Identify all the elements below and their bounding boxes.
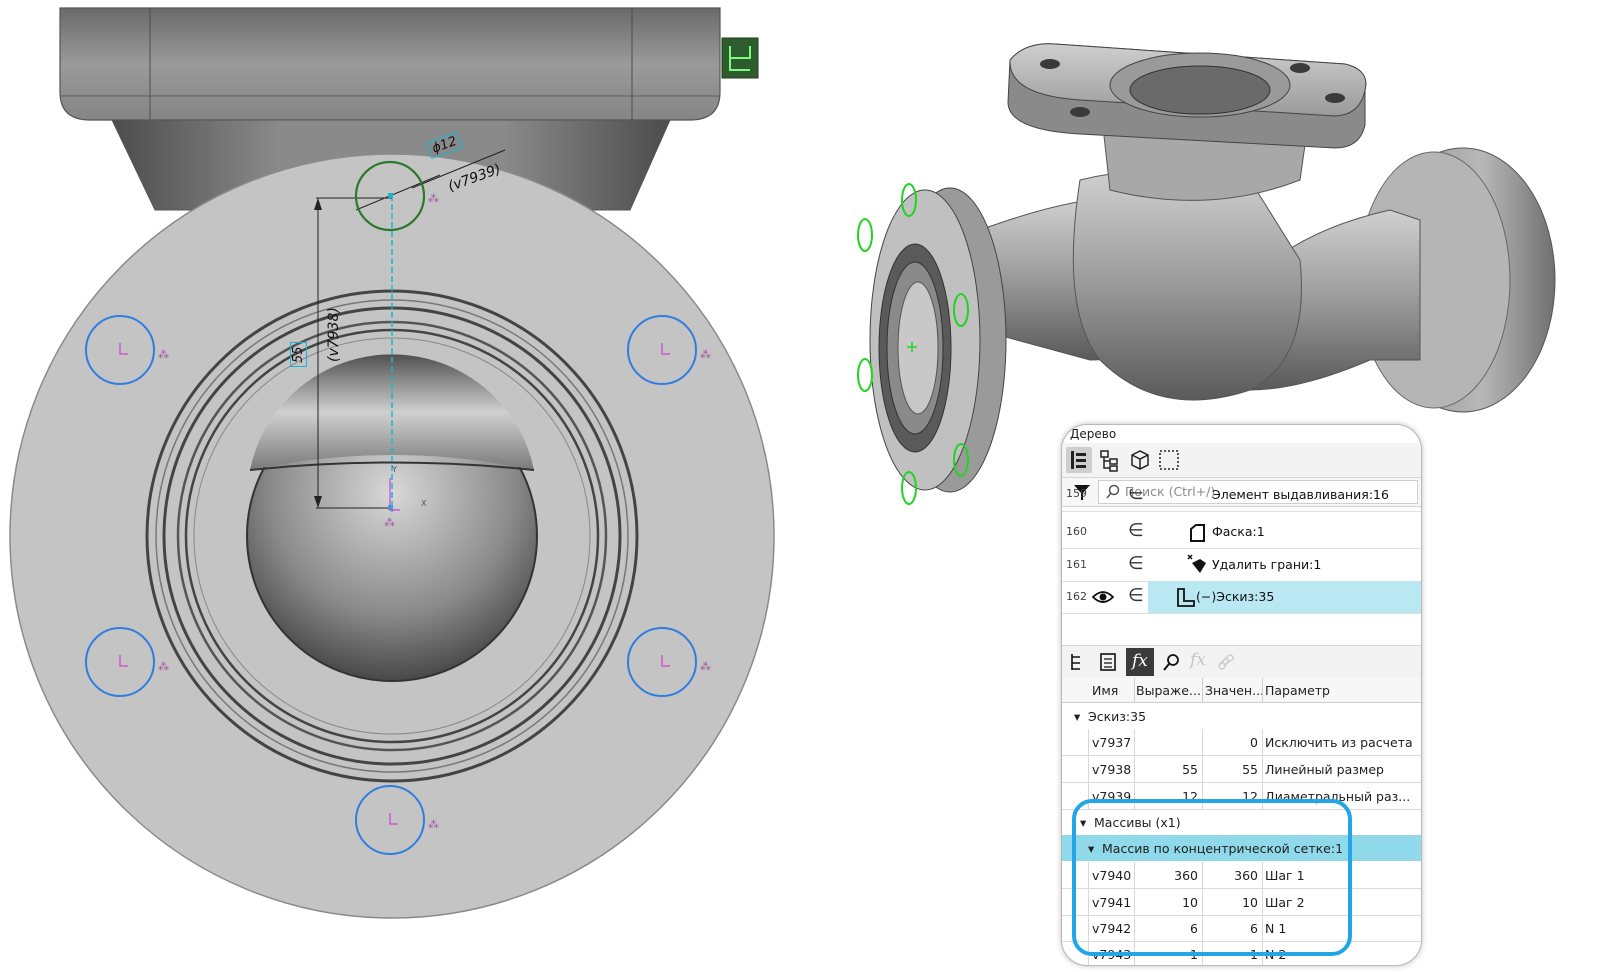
group-concentric-array[interactable]: ▾ Массив по концентрической сетке:1 xyxy=(1062,835,1421,861)
components-icon[interactable] xyxy=(1126,447,1152,473)
tree-row[interactable]: 161 ∈ Удалить грани:1 xyxy=(1062,549,1421,582)
tree-structure-icon[interactable] xyxy=(1066,447,1092,473)
axis-y-label: Y xyxy=(392,465,397,474)
svg-text:⁂: ⁂ xyxy=(700,348,711,361)
search-icon[interactable] xyxy=(1162,652,1182,672)
variable-row[interactable]: v7937 0 Исключить из расчета xyxy=(1062,729,1421,756)
link-icon xyxy=(1218,654,1234,670)
svg-text:⁂: ⁂ xyxy=(700,660,711,673)
axis-x-label: X xyxy=(421,499,427,508)
svg-text:⁂: ⁂ xyxy=(384,516,395,529)
linear-variable-label: (v7938) xyxy=(326,307,342,362)
svg-text:⁂: ⁂ xyxy=(428,192,439,205)
array-variable-row[interactable]: v7941 10 10 Шаг 2 xyxy=(1062,889,1421,916)
col-value[interactable]: Значен... xyxy=(1205,683,1265,698)
col-expression[interactable]: Выраже... xyxy=(1136,683,1202,698)
sketch-icon xyxy=(1177,588,1195,607)
tree-row[interactable]: 160 ∈ Фаска:1 xyxy=(1062,516,1421,549)
col-parameter[interactable]: Параметр xyxy=(1265,683,1415,698)
eye-icon[interactable] xyxy=(1092,589,1114,605)
variable-row[interactable]: v7939 12 12 Диаметральный раз... xyxy=(1062,783,1421,810)
variable-row[interactable]: v7938 55 55 Линейный размер xyxy=(1062,756,1421,783)
array-variable-row[interactable]: v7943 1 1 N 2 xyxy=(1062,941,1421,965)
expand-caret-icon[interactable]: ▾ xyxy=(1074,709,1080,724)
member-icon: ∈ xyxy=(1128,585,1144,606)
array-variable-row[interactable]: v7942 6 6 N 1 xyxy=(1062,915,1421,942)
fx-disabled-icon: fx xyxy=(1190,650,1206,670)
sketch-viewport-front[interactable]: ⁂ ⁂ ⁂ ⁂ ⁂ ⁂ ⁂ xyxy=(0,0,800,972)
expand-caret-icon[interactable]: ▾ xyxy=(1088,841,1094,856)
member-icon: ∈ xyxy=(1128,489,1144,504)
tree-view-icon[interactable] xyxy=(1068,652,1088,672)
tree-toolbar xyxy=(1062,443,1421,478)
tree-row-selected[interactable]: 162 ∈ (−)Эскиз:35 xyxy=(1062,581,1421,614)
member-icon: ∈ xyxy=(1128,520,1144,541)
svg-text:⁂: ⁂ xyxy=(428,818,439,831)
tree-hierarchy-icon[interactable] xyxy=(1096,447,1122,473)
svg-text:⁂: ⁂ xyxy=(158,348,169,361)
group-sketch[interactable]: ▾ Эскиз:35 xyxy=(1062,704,1421,728)
selection-icon[interactable] xyxy=(1156,447,1182,473)
group-arrays[interactable]: ▾ Массивы (x1) xyxy=(1062,810,1421,834)
delete-faces-icon xyxy=(1187,554,1206,573)
table-view-icon[interactable] xyxy=(1098,652,1118,672)
expand-caret-icon[interactable]: ▾ xyxy=(1080,815,1086,830)
member-icon: ∈ xyxy=(1128,553,1144,574)
variables-toolbar: fx fx xyxy=(1062,645,1421,679)
tree-row[interactable]: 159 ∈ Элемент выдавливания:16 xyxy=(1062,489,1421,512)
variables-table-header: Имя Выраже... Значен... Параметр xyxy=(1062,678,1421,703)
col-name[interactable]: Имя xyxy=(1092,683,1138,698)
panel-title: Дерево xyxy=(1070,427,1117,441)
svg-text:⁂: ⁂ xyxy=(158,660,169,673)
model-tree-panel: Дерево Поиск (Ctrl+/) 159 ∈ Элемент выда… xyxy=(1061,424,1422,966)
chamfer-icon xyxy=(1190,524,1205,542)
variables-fx-icon[interactable]: fx xyxy=(1126,648,1154,676)
array-variable-row[interactable]: v7940 360 360 Шаг 1 xyxy=(1062,862,1421,889)
linear-dimension[interactable]: 55 xyxy=(290,342,307,367)
